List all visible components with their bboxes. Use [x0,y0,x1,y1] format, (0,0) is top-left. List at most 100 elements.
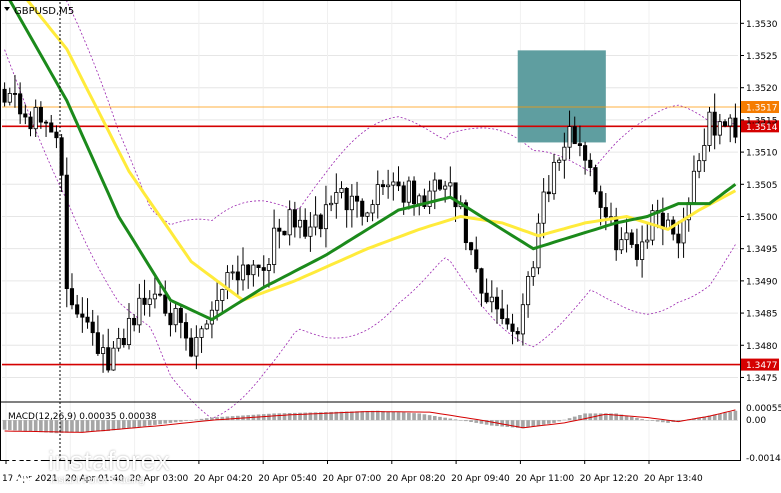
candle-body [18,93,23,115]
candle-body [370,204,375,214]
candle-body [728,117,733,127]
candle-body [427,190,432,207]
candle-body [629,232,634,245]
candle-body [163,294,168,314]
candle-body [443,185,448,190]
macd-bar [728,411,733,421]
candle-body [541,191,546,224]
time-tick-label: 20 Apr 13:40 [644,474,703,484]
candle-body [323,204,329,230]
price-tick-label: 1.3530 [746,20,778,30]
brand-name: instaforex [48,446,171,476]
candle-body [261,267,266,271]
candle-body [230,271,235,274]
candle-body [500,308,505,320]
candle-body [54,131,59,139]
price-tick-label: 1.3485 [746,310,778,320]
candle-body [577,143,582,146]
candle-body [189,337,194,357]
candle-body [106,347,111,371]
candle-body [121,338,126,346]
candle-body [645,239,650,243]
candle-body [266,264,271,271]
candle-body [526,276,531,306]
candle-body [469,242,474,251]
candle-body [365,212,370,217]
candle-body [126,317,132,346]
macd-bar [531,420,536,427]
macd-bar [453,419,458,421]
price-tick-label: 1.3495 [746,245,778,255]
candle-body [567,126,572,148]
candle-body [173,308,178,326]
macd-bar [432,415,437,421]
candle-body [85,316,90,323]
macd-bar [458,420,463,421]
macd-bar [718,413,722,421]
macd-bar [54,420,59,434]
macd-bar [365,411,370,421]
macd-bar [163,420,168,424]
candle-body [702,145,707,162]
candle-body [235,271,240,281]
macd-bar [526,420,530,428]
candle-body [318,214,323,230]
candle-body [277,227,282,232]
candle-body [375,184,380,205]
price-tick-label: 1.3480 [746,342,778,352]
candle-body [349,195,354,211]
macd-bar [44,420,48,433]
candle-body [132,317,137,326]
macd-bar [381,411,385,421]
candle-body [194,337,199,357]
macd-bar [443,417,447,421]
macd-bar [189,420,193,421]
candle-body [12,93,18,95]
candle-body [598,191,603,208]
candle-body [183,322,189,339]
macd-bar [661,420,665,423]
candle-body [240,264,246,281]
candle-body [101,347,106,354]
candle-body [603,207,608,218]
macd-bar [547,420,551,424]
candle-body [572,126,577,145]
macd-bar [552,420,556,423]
price-label-text: 1.3517 [746,104,778,114]
candle-body [354,195,360,202]
candle-body [453,182,458,208]
candle-body [562,146,567,161]
candle-body [437,179,443,190]
macd-bar [505,420,510,427]
macd-bar [204,418,209,421]
macd-bar [541,420,546,425]
candle-body [520,304,525,335]
candle-body [329,202,334,206]
candle-body [215,300,220,311]
macd-bar [401,412,406,421]
candle-body [220,289,225,301]
macd-bar [2,420,7,430]
macd-bar [194,419,199,421]
candle-body [515,331,520,335]
macd-bar [733,410,738,421]
macd-bar [474,420,479,423]
candle-body [137,297,142,326]
candle-body [43,121,49,124]
candle-body [411,180,417,205]
macd-bar [360,411,365,421]
macd-bar [370,410,375,421]
candle-body [722,121,728,127]
time-tick-label: 20 Apr 09:40 [451,474,510,484]
price-tick-label: 1.3510 [746,149,778,159]
time-tick-label: 20 Apr 11:00 [515,474,574,484]
candle-body [391,181,396,186]
macd-bar [375,410,380,421]
candle-body [697,160,702,172]
candle-body [733,117,738,138]
macd-bar [272,413,276,421]
candle-body [531,267,536,277]
candle-body [448,182,453,187]
price-tick-label: 1.3500 [746,213,778,223]
macd-bar [412,413,416,421]
